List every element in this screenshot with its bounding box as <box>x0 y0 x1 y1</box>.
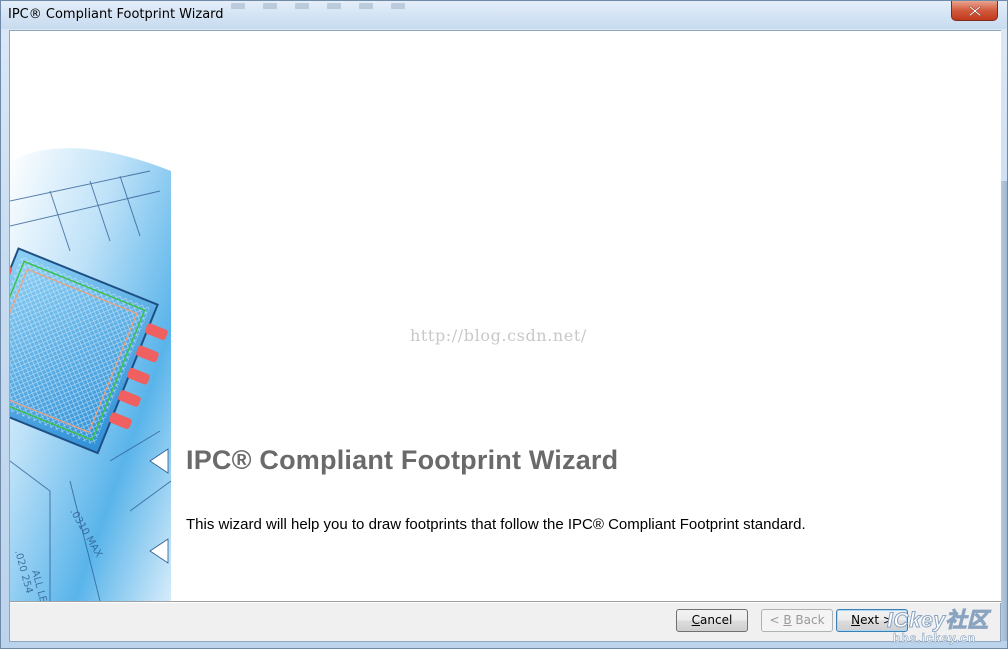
back-arrow: < <box>769 613 784 627</box>
page-title: IPC® Compliant Footprint Wizard <box>186 445 619 475</box>
wizard-client-area: .0310 MAX .020 254 ALL LEADS http://blog… <box>9 30 1001 642</box>
cancel-button[interactable]: Cancel <box>676 609 748 632</box>
close-button[interactable] <box>951 1 998 21</box>
background-taskbar-ghost <box>211 1 951 11</box>
pcb-footprint-illustration: .0310 MAX .020 254 ALL LEADS <box>10 131 171 601</box>
close-icon <box>968 5 981 16</box>
cancel-label: ancel <box>700 613 733 627</box>
blog-watermark: http://blog.csdn.net/ <box>410 326 587 345</box>
wizard-window: IPC® Compliant Footprint Wizard .0310 MA… <box>0 0 1008 649</box>
ickey-watermark-logo: ICkey社区 bbs.ickey.cn <box>887 604 1003 648</box>
title-bar[interactable]: IPC® Compliant Footprint Wizard <box>1 1 1007 29</box>
ickey-logo-url: bbs.ickey.cn <box>893 631 977 646</box>
page-description: This wizard will help you to draw footpr… <box>186 516 806 533</box>
window-right-edge <box>1001 181 1007 641</box>
next-mnemonic: N <box>851 613 861 627</box>
back-mnemonic: B <box>783 613 792 627</box>
cancel-mnemonic: C <box>691 613 701 627</box>
back-label: Back <box>791 613 825 627</box>
ickey-logo-text: ICkey社区 <box>887 609 989 633</box>
welcome-page: .0310 MAX .020 254 ALL LEADS http://blog… <box>10 31 1001 601</box>
window-title: IPC® Compliant Footprint Wizard <box>8 7 224 22</box>
back-button[interactable]: < B Back <box>761 609 833 632</box>
